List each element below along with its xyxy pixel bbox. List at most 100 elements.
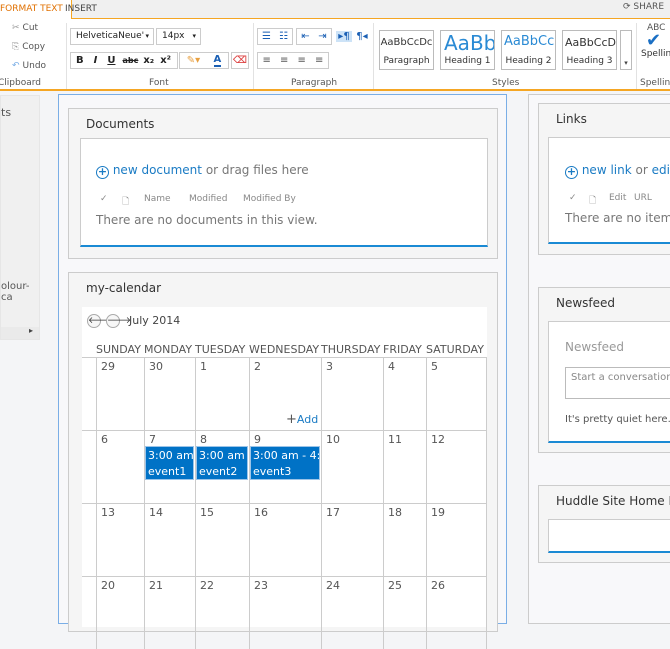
clear-format-button[interactable]: ⌫ (231, 52, 249, 69)
divider (636, 23, 637, 89)
numbered-list-icon[interactable]: ☷ (279, 31, 288, 42)
prev-month-button[interactable]: 🡐 (87, 314, 112, 328)
calendar-day-cell[interactable]: 29 (96, 357, 144, 430)
rtl-icon[interactable]: ¶◂ (356, 31, 367, 42)
calendar-day-cell[interactable]: 16 (249, 503, 321, 576)
align-left-icon[interactable]: ≡ (263, 55, 271, 66)
next-month-button[interactable]: 🡒 (106, 314, 131, 328)
day-number: 3 (326, 360, 333, 373)
calendar-day-cell[interactable]: 10 (321, 430, 383, 503)
styles-more-button[interactable]: ▾ (620, 30, 632, 70)
calendar-day-cell[interactable]: 26 (426, 576, 487, 649)
style-heading-1[interactable]: AaBb Heading 1 (440, 30, 495, 70)
ltr-icon[interactable]: ▸¶ (336, 31, 352, 42)
cut-button[interactable]: ✂ Cut (12, 23, 38, 33)
calendar-day-cell[interactable]: 18 (383, 503, 426, 576)
day-number: 12 (431, 433, 445, 446)
calendar-day-cell[interactable]: 6 (96, 430, 144, 503)
bullet-list-icon[interactable]: ☰ (262, 31, 271, 42)
calendar-day-cell[interactable]: 5 (426, 357, 487, 430)
calendar-day-cell[interactable]: 13 (96, 503, 144, 576)
day-number: 19 (431, 506, 445, 519)
calendar-day-cell[interactable]: 17 (321, 503, 383, 576)
align-right-icon[interactable]: ≡ (298, 55, 306, 66)
day-number: 25 (388, 579, 402, 592)
justify-icon[interactable]: ≡ (315, 55, 323, 66)
style-paragraph[interactable]: AaBbCcDc Paragraph (379, 30, 434, 70)
day-header: THURSDAY (321, 343, 381, 356)
underline-button[interactable]: U (102, 55, 120, 66)
sidebar-item[interactable]: ts (1, 106, 11, 119)
styles-group-label: Styles (492, 78, 520, 88)
column-header-url[interactable]: URL (634, 193, 652, 209)
font-size-select[interactable]: 14px ▾ (156, 28, 201, 45)
copy-icon: ⎘ (12, 42, 20, 52)
conversation-input[interactable]: Start a conversation (565, 367, 670, 399)
share-button[interactable]: ⟳ SHARE (623, 2, 664, 12)
column-header-edit[interactable]: Edit (609, 193, 634, 209)
day-header: SUNDAY (96, 343, 141, 356)
calendar-day-cell[interactable]: 12 (426, 430, 487, 503)
day-header: TUESDAY (195, 343, 246, 356)
share-icon: ⟳ (623, 2, 631, 12)
event-time: 3:00 am - (148, 449, 194, 462)
day-number: 30 (149, 360, 163, 373)
links-webpart: Links + new link or edit ✓ 🗋 Edit URL Th… (538, 103, 670, 255)
outdent-icon[interactable]: ⇤ (301, 31, 309, 42)
sidebar-item[interactable]: olour-ca (1, 281, 39, 303)
highlight-color-icon[interactable]: ✎▾ (187, 55, 200, 66)
horizontal-scrollbar[interactable]: ▸ (1, 326, 39, 339)
calendar-day-cell[interactable]: 4 (383, 357, 426, 430)
documents-header: ✓ 🗋 Name Modified Modified By (100, 194, 296, 210)
calendar-event[interactable]: 3:00 am - event2 (196, 446, 248, 480)
calendar-day-cell[interactable]: 11 (383, 430, 426, 503)
calendar-event[interactable]: 3:00 am - 4:0 event3 (250, 446, 320, 480)
italic-button[interactable]: I (89, 55, 103, 66)
scroll-right-icon[interactable]: ▸ (29, 326, 33, 335)
calendar-day-cell[interactable]: 23 (249, 576, 321, 649)
add-event-button[interactable]: +Add (286, 412, 318, 427)
empty-message: There are no documents in this view. (96, 213, 318, 227)
tab-insert[interactable]: INSERT (57, 0, 105, 19)
calendar-day-cell[interactable]: 15 (195, 503, 249, 576)
column-header-name[interactable]: Name (144, 194, 189, 210)
direction-buttons: ▸¶ ¶◂ (334, 28, 370, 45)
calendar-day-cell[interactable]: 1 (195, 357, 249, 430)
font-family-select[interactable]: HelveticaNeue' ▾ (70, 28, 154, 45)
indent-icon[interactable]: ⇥ (318, 31, 326, 42)
calendar-day-cell[interactable]: 3 (321, 357, 383, 430)
strikethrough-button[interactable]: abc (120, 56, 140, 65)
copy-button[interactable]: ⎘ Copy (12, 42, 45, 52)
style-heading-3[interactable]: AaBbCcD Heading 3 (562, 30, 617, 70)
column-header-modified-by[interactable]: Modified By (243, 194, 296, 210)
undo-button[interactable]: ↶ Undo (12, 61, 46, 71)
new-document-link[interactable]: new document (113, 163, 202, 177)
empty-message: There are no items t (565, 211, 670, 225)
subscript-button[interactable]: x₂ (140, 55, 157, 66)
column-header-modified[interactable]: Modified (189, 194, 243, 210)
calendar-event[interactable]: 3:00 am - event1 (145, 446, 194, 480)
calendar-day-cell[interactable]: 14 (144, 503, 195, 576)
bold-button[interactable]: B (71, 55, 89, 66)
calendar-day-cell[interactable]: 21 (144, 576, 195, 649)
spelling-button[interactable]: ABC ✔ Spelling (641, 23, 670, 59)
font-color-icon[interactable]: A (213, 54, 222, 67)
day-number: 26 (431, 579, 445, 592)
checkmark-icon[interactable]: ✓ (100, 194, 122, 210)
calendar-day-cell[interactable]: 25 (383, 576, 426, 649)
calendar-day-cell[interactable]: 19 (426, 503, 487, 576)
calendar-day-cell[interactable]: 24 (321, 576, 383, 649)
color-group: ✎▾ A (179, 52, 229, 69)
new-link[interactable]: new link (582, 163, 632, 177)
day-number: 5 (431, 360, 438, 373)
checkmark-icon[interactable]: ✓ (569, 193, 589, 209)
style-heading-2[interactable]: AaBbCc Heading 2 (501, 30, 556, 70)
calendar-day-cell[interactable]: 30 (144, 357, 195, 430)
edit-link[interactable]: edit (652, 163, 670, 177)
day-number: 4 (388, 360, 395, 373)
new-link-row: + new link or edit (565, 163, 670, 179)
calendar-day-cell[interactable]: 20 (96, 576, 144, 649)
align-center-icon[interactable]: ≡ (280, 55, 288, 66)
calendar-day-cell[interactable]: 22 (195, 576, 249, 649)
superscript-button[interactable]: x² (157, 55, 174, 66)
